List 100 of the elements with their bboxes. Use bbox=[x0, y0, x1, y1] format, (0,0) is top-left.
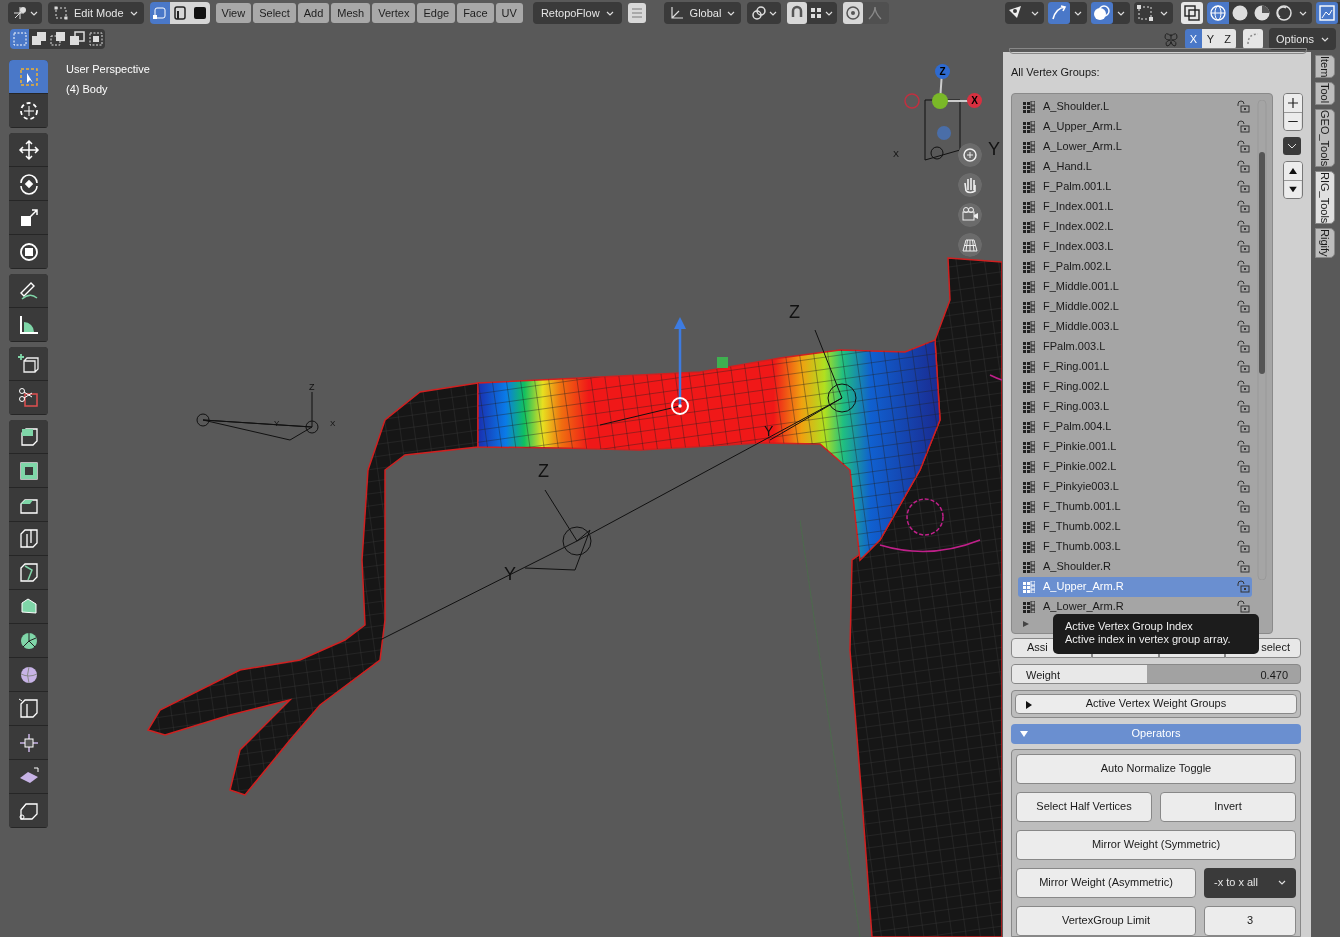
plus-icon[interactable] bbox=[1284, 93, 1302, 112]
lock-icon[interactable] bbox=[1236, 600, 1250, 613]
menu-button[interactable]: Select bbox=[253, 3, 296, 23]
tool-button[interactable] bbox=[9, 347, 48, 381]
selection-mode-button[interactable] bbox=[86, 29, 105, 49]
tool-button[interactable] bbox=[9, 201, 48, 235]
operator-button[interactable]: Mirror Weight (Asymmetric) bbox=[1016, 867, 1196, 898]
shading-button[interactable] bbox=[1207, 2, 1229, 24]
chevron-icon[interactable] bbox=[1283, 136, 1301, 155]
lock-icon[interactable] bbox=[1236, 180, 1250, 193]
vertex-group-row[interactable]: A_Lower_Arm.L bbox=[1018, 136, 1252, 157]
lock-icon[interactable] bbox=[1236, 320, 1250, 333]
tool-button[interactable] bbox=[9, 274, 48, 308]
menu-button[interactable]: Edge bbox=[417, 3, 456, 23]
lock-icon[interactable] bbox=[1236, 540, 1250, 553]
options-dropdown[interactable]: Options bbox=[1269, 28, 1336, 50]
vertex-group-row[interactable]: F_Thumb.002.L bbox=[1018, 516, 1252, 537]
select-mode-button[interactable] bbox=[169, 2, 190, 24]
vertex-group-row[interactable]: A_Shoulder.R bbox=[1018, 556, 1252, 577]
lock-icon[interactable] bbox=[1236, 280, 1250, 293]
vertex-group-row[interactable]: F_Index.003.L bbox=[1018, 236, 1252, 257]
lock-icon[interactable] bbox=[1236, 340, 1250, 353]
topology-mirror-icon[interactable] bbox=[1243, 29, 1263, 49]
lock-icon[interactable] bbox=[1236, 120, 1250, 133]
operator-button[interactable]: Auto Normalize Toggle bbox=[1016, 753, 1296, 784]
addon-dropdown[interactable]: RetopoFlow bbox=[532, 2, 622, 24]
vertex-group-row[interactable]: F_Index.001.L bbox=[1018, 196, 1252, 217]
menu-button[interactable]: Mesh bbox=[331, 3, 371, 23]
vertex-group-row[interactable]: A_Hand.L bbox=[1018, 156, 1252, 177]
vertex-group-row[interactable]: F_Palm.004.L bbox=[1018, 416, 1252, 437]
sidebar-tab[interactable]: RIG_Tools bbox=[1315, 170, 1335, 225]
mirror-axis-toggle[interactable]: Y bbox=[1202, 29, 1219, 49]
lock-icon[interactable] bbox=[1236, 500, 1250, 513]
tool-button[interactable] bbox=[9, 488, 48, 522]
lock-icon[interactable] bbox=[1236, 140, 1250, 153]
vertex-group-row[interactable]: FPalm.003.L bbox=[1018, 336, 1252, 357]
vertex-group-row[interactable]: F_Palm.001.L bbox=[1018, 176, 1252, 197]
tool-button[interactable] bbox=[9, 522, 48, 556]
tool-button[interactable] bbox=[9, 726, 48, 760]
selection-mode-button[interactable] bbox=[67, 29, 86, 49]
lock-icon[interactable] bbox=[1236, 480, 1250, 493]
selection-mode-button[interactable] bbox=[29, 29, 48, 49]
gizmo-dropdown[interactable] bbox=[1048, 2, 1087, 24]
operator-button[interactable]: Select Half Vertices bbox=[1016, 791, 1152, 822]
vertex-group-row[interactable]: F_Ring.002.L bbox=[1018, 376, 1252, 397]
selection-mode-button[interactable] bbox=[48, 29, 67, 49]
lock-icon[interactable] bbox=[1236, 220, 1250, 233]
weight-slider[interactable]: Weight 0.470 bbox=[1011, 663, 1301, 684]
lock-icon[interactable] bbox=[1236, 400, 1250, 413]
tool-button[interactable] bbox=[9, 624, 48, 658]
vertex-group-row[interactable]: F_Pinkie.002.L bbox=[1018, 456, 1252, 477]
sidebar-tab[interactable]: Rigify bbox=[1315, 228, 1335, 258]
move-up-icon[interactable] bbox=[1284, 161, 1302, 180]
lock-icon[interactable] bbox=[1236, 460, 1250, 473]
select-mode-button[interactable] bbox=[189, 2, 210, 24]
gizmo-axis-label[interactable]: X bbox=[967, 93, 982, 108]
tool-button[interactable] bbox=[9, 658, 48, 692]
lock-icon[interactable] bbox=[1236, 260, 1250, 273]
overlay-dropdown[interactable] bbox=[1091, 2, 1130, 24]
lock-icon[interactable] bbox=[1236, 520, 1250, 533]
tool-button[interactable] bbox=[9, 454, 48, 488]
proportional-edit-icon[interactable] bbox=[843, 2, 864, 24]
vertex-group-row[interactable]: F_Middle.001.L bbox=[1018, 276, 1252, 297]
vertex-group-row[interactable]: A_Shoulder.L bbox=[1018, 96, 1252, 117]
gizmo-axis-label[interactable]: Z bbox=[935, 64, 950, 79]
sidebar-tab[interactable]: GEO_Tools bbox=[1315, 108, 1335, 167]
tool-button[interactable] bbox=[9, 308, 48, 342]
lock-icon[interactable] bbox=[1236, 560, 1250, 573]
number-field[interactable]: 3 bbox=[1204, 905, 1296, 936]
tool-button[interactable] bbox=[9, 381, 48, 415]
orientation-dropdown[interactable]: Global bbox=[663, 2, 742, 24]
operator-button[interactable]: VertexGroup Limit bbox=[1016, 905, 1196, 936]
snap-grid-icon[interactable] bbox=[809, 6, 824, 20]
vertex-group-row[interactable]: F_Pinkyie003.L bbox=[1018, 476, 1252, 497]
lock-icon[interactable] bbox=[1236, 580, 1250, 593]
tool-button[interactable] bbox=[9, 556, 48, 590]
lock-icon[interactable] bbox=[1236, 240, 1250, 253]
hand-icon[interactable] bbox=[958, 173, 982, 197]
vertex-group-row[interactable]: F_Ring.001.L bbox=[1018, 356, 1252, 377]
camera-icon[interactable] bbox=[958, 203, 982, 227]
tool-button[interactable] bbox=[9, 794, 48, 828]
mesh-overlay-dropdown[interactable] bbox=[1134, 2, 1173, 24]
vertex-group-row[interactable]: F_Middle.002.L bbox=[1018, 296, 1252, 317]
pivot-dropdown[interactable] bbox=[747, 2, 782, 24]
lock-icon[interactable] bbox=[1236, 100, 1250, 113]
tool-button[interactable] bbox=[9, 420, 48, 454]
lock-icon[interactable] bbox=[1236, 300, 1250, 313]
panel-header[interactable]: Active Vertex Weight Groups bbox=[1015, 693, 1297, 714]
editor-type-dropdown[interactable] bbox=[8, 2, 42, 24]
menu-icon[interactable] bbox=[627, 3, 646, 23]
tool-button[interactable] bbox=[9, 94, 48, 128]
vertex-group-row[interactable]: F_Thumb.003.L bbox=[1018, 536, 1252, 557]
sidebar-tab[interactable]: Item bbox=[1315, 55, 1335, 79]
vertex-group-row[interactable]: A_Lower_Arm.R bbox=[1018, 596, 1252, 617]
tool-button[interactable] bbox=[9, 692, 48, 726]
lock-icon[interactable] bbox=[1236, 420, 1250, 433]
vertex-group-row[interactable]: A_Upper_Arm.L bbox=[1018, 116, 1252, 137]
lock-icon[interactable] bbox=[1236, 440, 1250, 453]
lock-icon[interactable] bbox=[1236, 380, 1250, 393]
xray-icon[interactable] bbox=[1181, 2, 1203, 24]
